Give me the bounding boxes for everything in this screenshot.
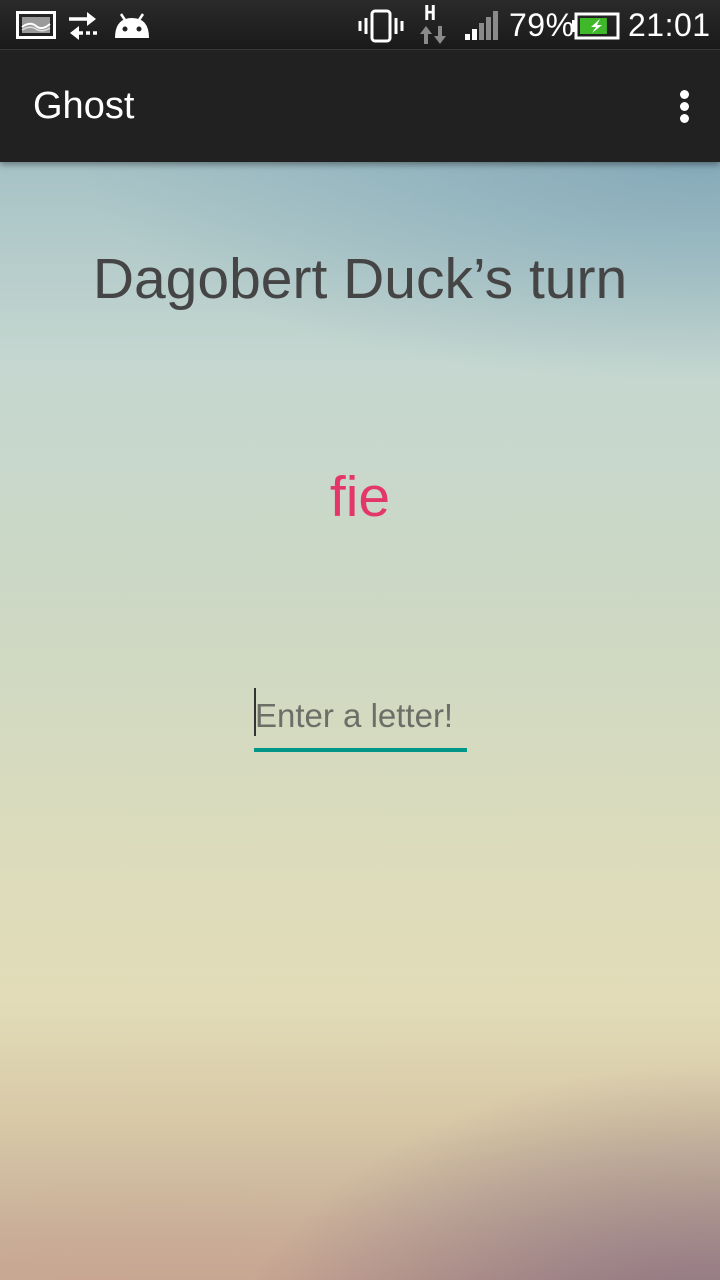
letter-input[interactable]: [254, 684, 467, 752]
battery-charging-icon: [572, 12, 620, 40]
game-screen: Dagobert Duck’s turn fie: [0, 162, 720, 1280]
sync-icon: [69, 12, 97, 40]
overflow-menu-icon[interactable]: [668, 82, 702, 130]
vibrate-icon: [358, 9, 404, 43]
screenshot-icon: [16, 11, 56, 39]
app-bar: Ghost: [0, 50, 720, 162]
signal-icon: [465, 11, 498, 40]
screen: H 79% 21:01 Ghost Dagobert Duck’s turn f…: [0, 0, 720, 1280]
hspa-data-icon: H: [416, 2, 450, 48]
app-title: Ghost: [33, 85, 135, 127]
android-icon: [115, 13, 149, 38]
text-cursor: [254, 688, 256, 736]
network-type-label: H: [424, 1, 437, 25]
clock: 21:01: [628, 7, 711, 43]
status-bar: H 79% 21:01: [0, 0, 720, 50]
current-word: fie: [329, 465, 391, 529]
battery-percent: 79%: [509, 7, 575, 43]
turn-label: Dagobert Duck’s turn: [92, 247, 628, 311]
letter-input-container: [254, 684, 467, 754]
